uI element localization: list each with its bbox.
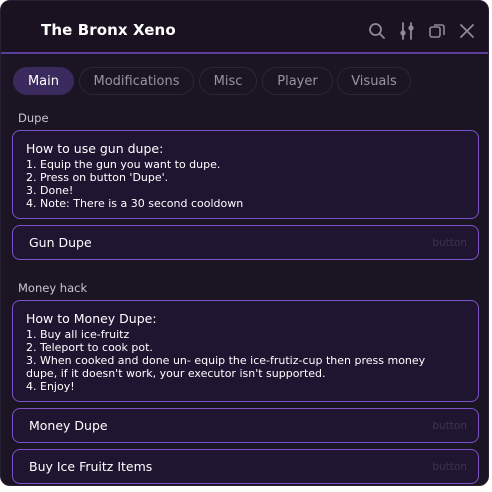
info-line: 3. Done!: [26, 184, 74, 197]
dupe-info-box: How to use gun dupe: 1. Equip the gun yo…: [12, 130, 479, 219]
info-line: 1. Buy all ice-fruitz: [26, 328, 130, 341]
close-icon[interactable]: [457, 21, 477, 41]
tab-misc[interactable]: Misc: [199, 67, 257, 95]
window-edge: [483, 1, 485, 485]
tab-player[interactable]: Player: [262, 67, 333, 95]
info-line: 2. Teleport to cook pot.: [26, 341, 153, 354]
search-icon[interactable]: [367, 21, 387, 41]
info-line: 2. Press on button 'Dupe'.: [26, 171, 169, 184]
info-title: How to use gun dupe:: [26, 141, 164, 156]
info-line: 1. Equip the gun you want to dupe.: [26, 158, 221, 171]
money-info-box: How to Money Dupe: 1. Buy all ice-fruitz…: [12, 300, 479, 402]
info-title: How to Money Dupe:: [26, 311, 157, 326]
window-title: The Bronx Xeno: [41, 21, 176, 39]
title-bar[interactable]: The Bronx Xeno: [1, 1, 488, 54]
app-window: The Bronx Xeno Main Modifications Misc P…: [0, 0, 489, 486]
button-label: Buy Ice Fruitz Items: [29, 459, 153, 474]
button-type-label: button: [432, 461, 467, 473]
money-dupe-button[interactable]: Money Dupe button: [12, 408, 479, 443]
info-line: dupe, if it doesn't work, your executor …: [26, 367, 326, 380]
button-type-label: button: [432, 420, 467, 432]
gun-dupe-button[interactable]: Gun Dupe button: [12, 225, 479, 260]
buy-ice-fruitz-items-button[interactable]: Buy Ice Fruitz Items button: [12, 449, 479, 484]
info-line: 4. Enjoy!: [26, 380, 75, 393]
button-label: Money Dupe: [29, 418, 108, 433]
duplicate-icon[interactable]: [427, 21, 447, 41]
info-line: 4. Note: There is a 30 second cooldown: [26, 197, 244, 210]
button-label: Gun Dupe: [29, 235, 92, 250]
tab-visuals[interactable]: Visuals: [337, 67, 411, 95]
button-type-label: button: [432, 237, 467, 249]
section-label-dupe: Dupe: [18, 111, 49, 125]
info-line: 3. When cooked and done un- equip the ic…: [26, 354, 426, 367]
sliders-icon[interactable]: [397, 21, 417, 41]
section-label-money-hack: Money hack: [18, 281, 88, 295]
tab-modifications[interactable]: Modifications: [79, 67, 194, 95]
tab-main[interactable]: Main: [13, 67, 74, 95]
